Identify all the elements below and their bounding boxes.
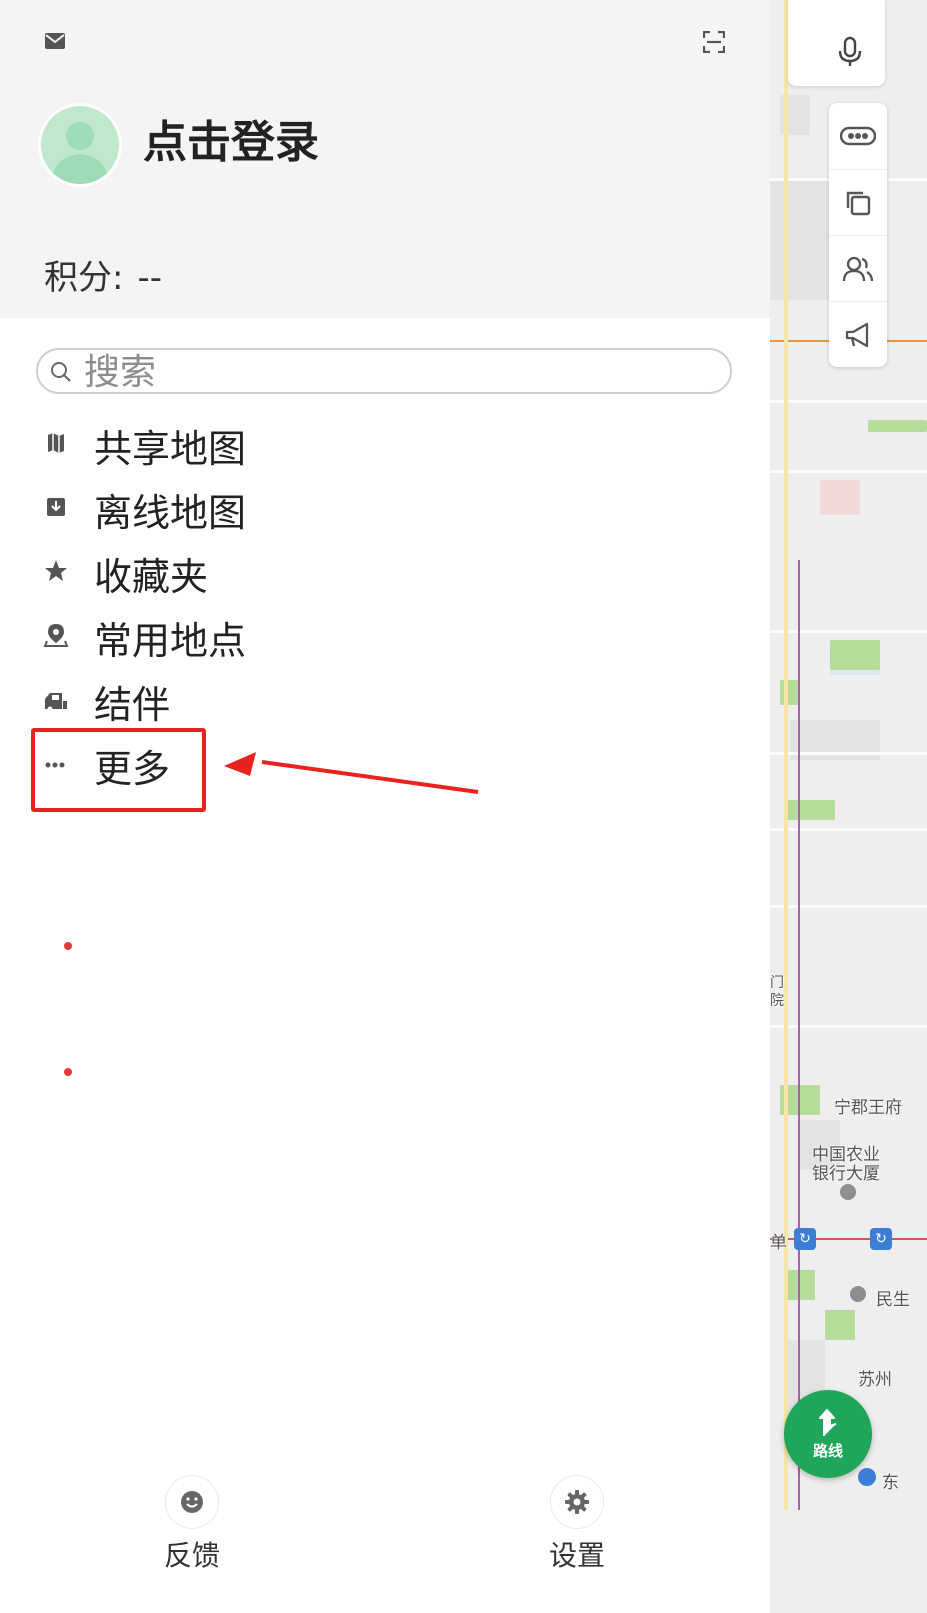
default-avatar-icon (51, 122, 109, 184)
menu-item-label: 共享地图 (94, 427, 247, 471)
settings-icon-circle (551, 1476, 603, 1528)
map-road (784, 0, 788, 1613)
map-park (780, 680, 800, 705)
menu-item-offline-map[interactable]: 离线地图 (0, 474, 770, 538)
map-road (770, 752, 927, 755)
map-building (820, 480, 860, 515)
travel-companion-icon (45, 693, 67, 712)
points-row: 积分: -- (44, 250, 162, 299)
feedback-label: 反馈 (163, 1539, 220, 1572)
map-label: 苏州 (858, 1370, 892, 1390)
map-icon (48, 433, 64, 453)
download-icon (47, 498, 65, 516)
login-link[interactable]: 点击登录 (143, 106, 319, 170)
notification-dot (64, 942, 72, 950)
map-road (770, 828, 927, 831)
scan-icon[interactable] (703, 31, 725, 53)
megaphone-icon (845, 322, 869, 348)
toolbar-more-button[interactable] (829, 103, 887, 169)
map-label: 门 (770, 975, 784, 991)
annotation-highlight-box (31, 728, 206, 812)
menu-item-label: 结伴 (94, 683, 171, 727)
annotation-arrow-icon (224, 752, 479, 794)
feedback-icon-circle (166, 1476, 218, 1528)
search-icon (51, 362, 71, 382)
search-box[interactable] (36, 348, 732, 394)
map-road (770, 470, 927, 473)
metro-exit-icon[interactable] (858, 1468, 876, 1486)
map-toolbar (829, 103, 887, 367)
map-road (770, 905, 927, 908)
menu-item-favorites[interactable]: 收藏夹 (0, 538, 770, 602)
map-label: 民生 (876, 1290, 910, 1310)
points-label: 积分: (44, 258, 124, 298)
map-label: 东 (882, 1473, 899, 1493)
map-road (770, 1025, 927, 1028)
layers-button[interactable] (829, 169, 887, 236)
settings-button[interactable]: 设置 (517, 1476, 637, 1574)
poi-icon[interactable] (850, 1286, 866, 1302)
map-park (825, 1310, 855, 1340)
layers-icon (846, 191, 871, 216)
drawer-header: 点击登录 积分: -- (0, 0, 770, 318)
map-road (770, 400, 927, 403)
mail-icon[interactable] (44, 32, 66, 50)
team-button[interactable] (829, 235, 887, 302)
route-button-label: 路线 (812, 1441, 843, 1460)
feedback-button[interactable]: 反馈 (132, 1476, 252, 1574)
metro-station-icon[interactable]: ↻ (794, 1228, 816, 1250)
points-value: -- (137, 258, 163, 298)
route-arrow-icon (819, 1408, 837, 1436)
map-label: 宁郡王府 (834, 1098, 902, 1118)
gear-icon (565, 1490, 589, 1514)
map-label: 银行大厦 (812, 1164, 880, 1184)
map-park (830, 640, 880, 670)
map-label: 单 (770, 1233, 787, 1253)
smiley-icon (181, 1491, 203, 1513)
map-road (770, 630, 927, 633)
menu-item-common-places[interactable]: 常用地点 (0, 602, 770, 666)
star-icon (45, 560, 67, 581)
poi-icon[interactable] (840, 1184, 856, 1200)
menu-item-shared-map[interactable]: 共享地图 (0, 410, 770, 474)
side-drawer: 点击登录 积分: -- 共享地图 离线地图 (0, 0, 770, 1613)
menu-item-label: 常用地点 (94, 619, 247, 663)
map-building (770, 180, 830, 300)
map-bottom-bar (770, 1510, 927, 1613)
map-park (785, 800, 835, 820)
microphone-icon[interactable] (836, 36, 864, 68)
search-input[interactable] (84, 352, 684, 392)
report-button[interactable] (829, 301, 887, 368)
notification-dot (64, 1068, 72, 1076)
menu-item-label: 收藏夹 (94, 555, 209, 599)
map-park (785, 1270, 815, 1300)
people-icon (842, 256, 874, 282)
route-button[interactable]: 路线 (784, 1390, 872, 1478)
map-label: 院 (770, 993, 784, 1009)
location-pin-icon (43, 624, 69, 647)
menu-item-label: 离线地图 (94, 491, 247, 535)
avatar[interactable] (38, 103, 122, 187)
metro-station-icon[interactable]: ↻ (870, 1228, 892, 1250)
ellipsis-icon (840, 126, 876, 146)
settings-label: 设置 (548, 1539, 605, 1572)
map-park (868, 420, 927, 432)
menu-item-companion[interactable]: 结伴 (0, 666, 770, 950)
